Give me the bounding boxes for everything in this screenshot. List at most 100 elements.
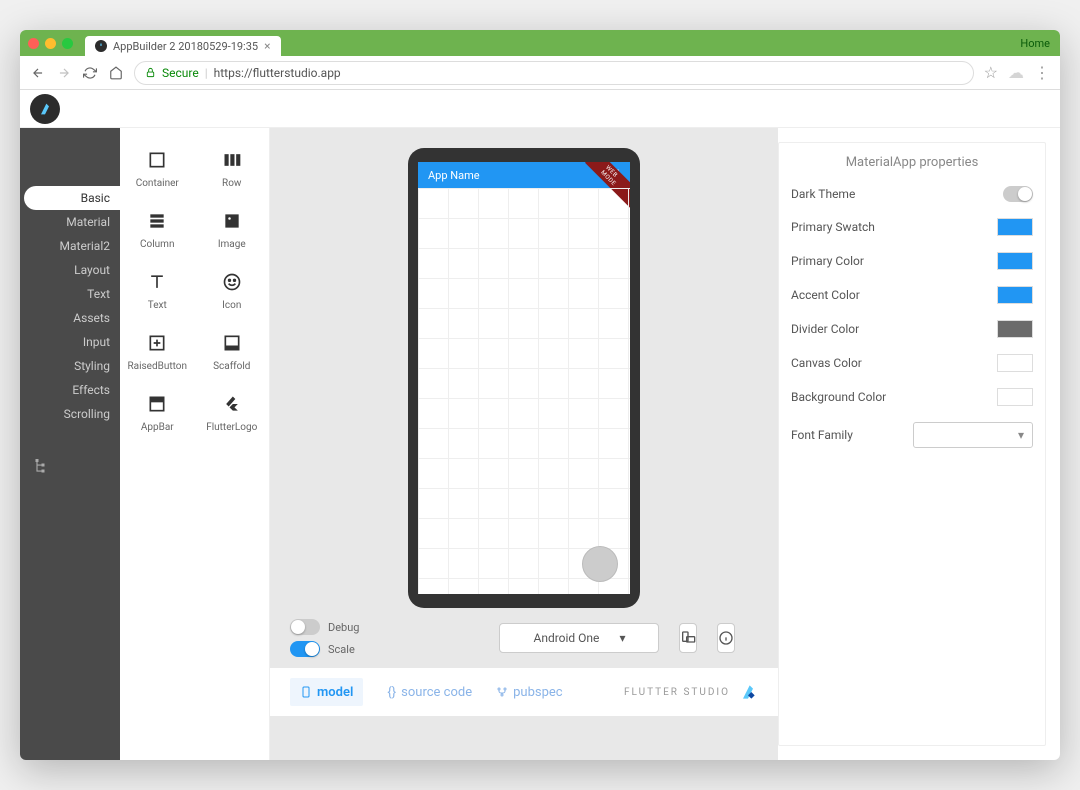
secure-label: Secure <box>162 66 199 80</box>
widget-label: Row <box>222 178 241 189</box>
widget-image[interactable]: Image <box>195 199 270 260</box>
branding-text: FLUTTER STUDIO <box>624 687 730 698</box>
branding: FLUTTER STUDIO <box>624 682 758 702</box>
close-tab-icon[interactable]: × <box>264 39 270 53</box>
category-sidebar: Basic Material Material2 Layout Text Ass… <box>20 128 120 760</box>
primary-swatch-color[interactable] <box>997 218 1033 236</box>
back-button[interactable] <box>30 65 46 81</box>
widget-label: Icon <box>222 300 241 311</box>
chevron-down-icon: ▾ <box>619 631 625 645</box>
widget-icon[interactable]: Icon <box>195 260 270 321</box>
sidebar-label: Styling <box>74 359 110 373</box>
sidebar-item-material[interactable]: Material <box>20 210 120 234</box>
tab-model[interactable]: model <box>290 678 363 706</box>
text-icon <box>145 270 169 294</box>
cloud-icon[interactable]: ☁ <box>1008 63 1024 82</box>
prop-primary-swatch-label: Primary Swatch <box>791 220 875 234</box>
design-grid[interactable] <box>418 188 630 594</box>
debug-label: Debug <box>328 621 359 634</box>
sidebar-item-input[interactable]: Input <box>20 330 120 354</box>
widget-palette: Container Row Column Image Text Icon <box>120 128 270 760</box>
widget-scaffold[interactable]: Scaffold <box>195 321 270 382</box>
browser-toolbar: Secure | https://flutterstudio.app ☆ ☁ ⋮ <box>20 56 1060 90</box>
sidebar-item-basic[interactable]: Basic <box>24 186 120 210</box>
widget-flutterlogo[interactable]: FlutterLogo <box>195 382 270 443</box>
tab-pubspec[interactable]: pubspec <box>496 685 562 700</box>
device-frame: App Name ⋮ <box>408 148 640 608</box>
background-color-swatch[interactable] <box>997 388 1033 406</box>
columns-icon <box>220 148 244 172</box>
sidebar-item-layout[interactable]: Layout <box>20 258 120 282</box>
prop-canvas-color-label: Canvas Color <box>791 356 862 370</box>
tab-label: source code <box>401 685 472 700</box>
device-name: Android One <box>534 631 600 645</box>
widget-label: RaisedButton <box>127 361 187 372</box>
debug-toggle[interactable] <box>290 619 320 635</box>
primary-color-swatch[interactable] <box>997 252 1033 270</box>
bottom-tabs: model {} source code pubspec FLUTTER STU… <box>270 668 778 716</box>
sidebar-item-text[interactable]: Text <box>20 282 120 306</box>
canvas-color-swatch[interactable] <box>997 354 1033 372</box>
widget-container[interactable]: Container <box>120 138 195 199</box>
app-logo-icon[interactable] <box>30 94 60 124</box>
sidebar-label: Material2 <box>60 239 110 253</box>
sidebar-item-assets[interactable]: Assets <box>20 306 120 330</box>
prop-font-family-label: Font Family <box>791 428 853 442</box>
widget-raisedbutton[interactable]: RaisedButton <box>120 321 195 382</box>
widget-appbar[interactable]: AppBar <box>120 382 195 443</box>
font-family-select[interactable]: ▾ <box>913 422 1033 448</box>
scale-toggle[interactable] <box>290 641 320 657</box>
scale-label: Scale <box>328 643 355 656</box>
tab-label: model <box>317 685 353 700</box>
preview-appbar[interactable]: App Name ⋮ <box>418 162 630 188</box>
prop-primary-color-label: Primary Color <box>791 254 864 268</box>
device-screen[interactable]: App Name ⋮ <box>418 162 630 594</box>
phone-icon <box>300 684 312 700</box>
prop-accent-color-label: Accent Color <box>791 288 860 302</box>
widget-label: Container <box>136 178 179 189</box>
address-bar[interactable]: Secure | https://flutterstudio.app <box>134 61 974 85</box>
home-link[interactable]: Home <box>1020 37 1050 50</box>
sidebar-label: Basic <box>81 191 110 205</box>
widget-row[interactable]: Row <box>195 138 270 199</box>
divider-color-swatch[interactable] <box>997 320 1033 338</box>
home-button[interactable] <box>108 65 124 81</box>
widget-label: AppBar <box>141 422 174 433</box>
branch-icon <box>496 686 508 698</box>
maximize-window-button[interactable] <box>62 38 73 49</box>
tab-title: AppBuilder 2 20180529-19:35 <box>113 40 258 53</box>
rows-icon <box>145 209 169 233</box>
properties-panel: MaterialApp properties Dark Theme Primar… <box>778 142 1046 746</box>
star-icon[interactable]: ☆ <box>984 63 998 82</box>
square-icon <box>145 148 169 172</box>
tree-view-icon[interactable] <box>20 456 120 477</box>
properties-title: MaterialApp properties <box>791 155 1033 170</box>
info-button[interactable] <box>717 623 735 653</box>
dark-theme-toggle[interactable] <box>1003 186 1033 202</box>
sidebar-item-material2[interactable]: Material2 <box>20 234 120 258</box>
widget-text[interactable]: Text <box>120 260 195 321</box>
flutter-logo-icon <box>738 682 758 702</box>
prop-divider-color-label: Divider Color <box>791 322 859 336</box>
close-window-button[interactable] <box>28 38 39 49</box>
minimize-window-button[interactable] <box>45 38 56 49</box>
device-select[interactable]: Android One ▾ <box>499 623 659 653</box>
sidebar-item-scrolling[interactable]: Scrolling <box>20 402 120 426</box>
flutter-icon <box>220 392 244 416</box>
tab-label: pubspec <box>513 685 562 700</box>
tab-source-code[interactable]: {} source code <box>387 685 472 700</box>
accent-color-swatch[interactable] <box>997 286 1033 304</box>
app-header <box>20 90 1060 128</box>
sidebar-item-styling[interactable]: Styling <box>20 354 120 378</box>
prop-background-color-label: Background Color <box>791 390 886 404</box>
widget-label: Column <box>140 239 174 250</box>
rotate-device-button[interactable] <box>679 623 697 653</box>
menu-icon[interactable]: ⋮ <box>1034 63 1050 82</box>
reload-button[interactable] <box>82 65 98 81</box>
preview-fab[interactable] <box>582 546 618 582</box>
forward-button[interactable] <box>56 65 72 81</box>
widget-column[interactable]: Column <box>120 199 195 260</box>
scaffold-icon <box>220 331 244 355</box>
browser-tab[interactable]: AppBuilder 2 20180529-19:35 × <box>85 36 281 56</box>
sidebar-item-effects[interactable]: Effects <box>20 378 120 402</box>
